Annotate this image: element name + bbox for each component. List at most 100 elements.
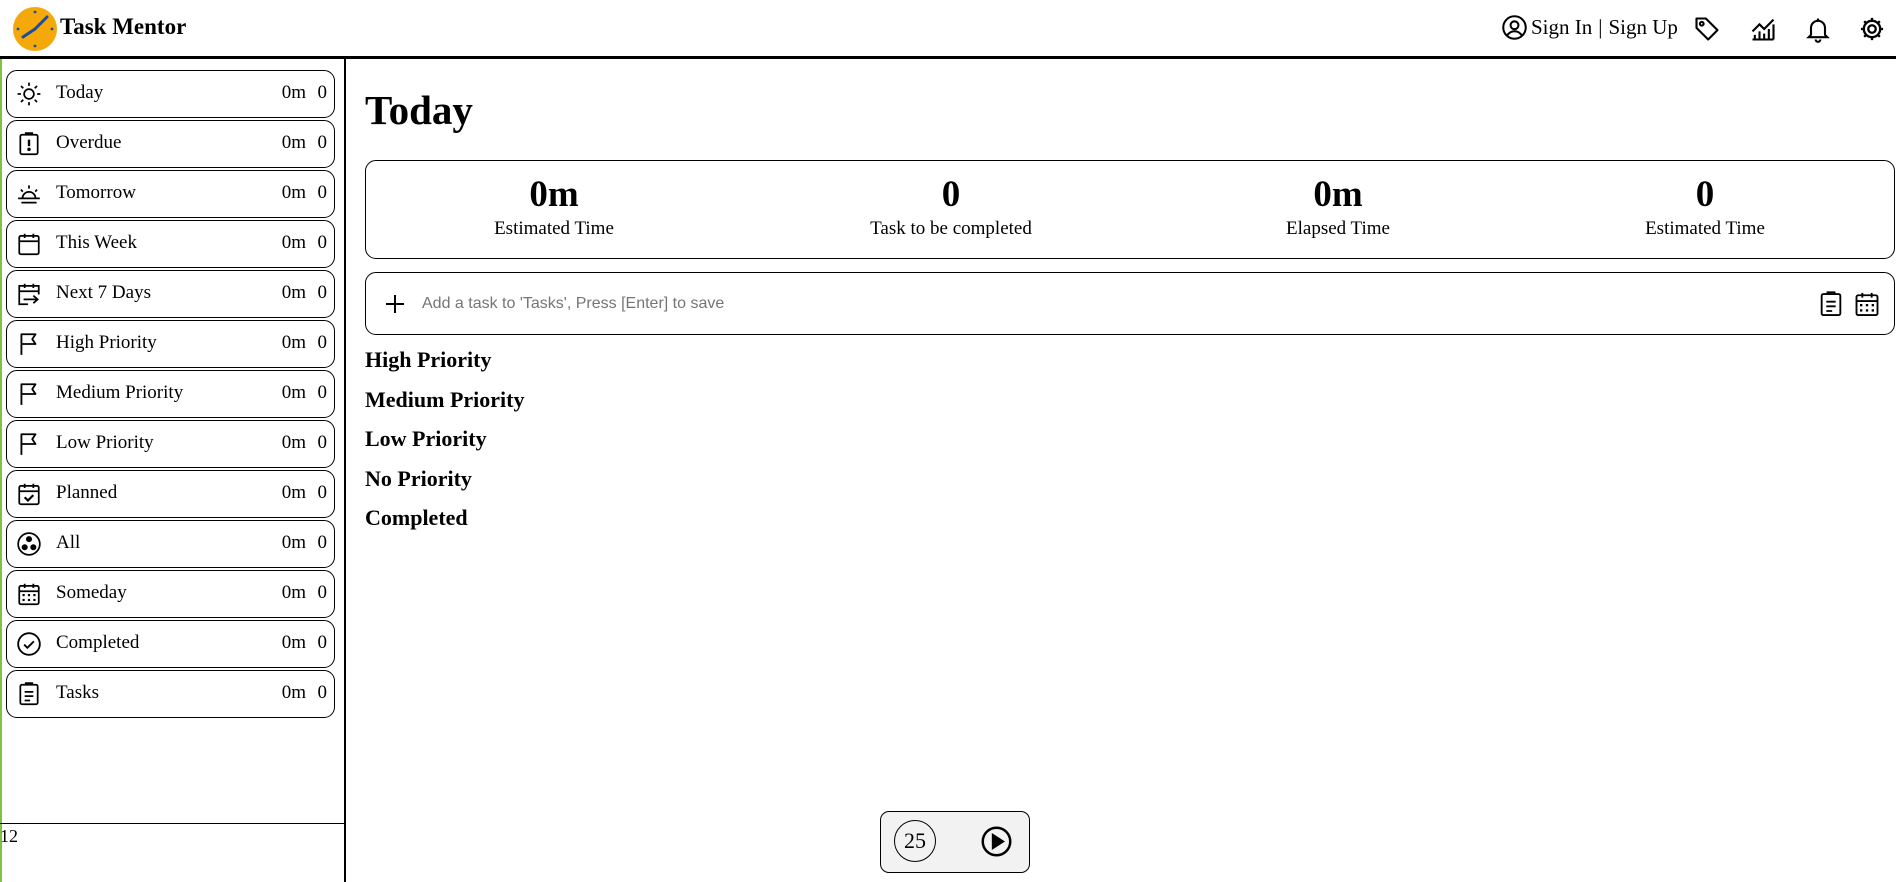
sidebar-item-label: Tasks xyxy=(56,682,100,703)
check-circle-icon xyxy=(17,632,41,656)
sidebar-item-count: 0 xyxy=(317,82,328,103)
sidebar-item-someday[interactable]: Someday 0m 0 xyxy=(6,570,335,618)
clipboard-list-icon xyxy=(19,682,39,706)
add-task-bar xyxy=(365,272,1895,335)
sidebar-item-label: Someday xyxy=(56,582,127,603)
group-completed[interactable]: Completed xyxy=(365,505,468,531)
sidebar-item-all[interactable]: All 0m 0 xyxy=(6,520,335,568)
sidebar-item-tasks[interactable]: Tasks 0m 0 xyxy=(6,670,335,718)
sidebar-item-count: 0 xyxy=(317,582,328,603)
sidebar-item-label: All xyxy=(56,532,81,553)
sidebar-item-time: 0m xyxy=(281,582,306,603)
app-title: Task Mentor xyxy=(60,14,187,39)
sidebar-item-next-7-days[interactable]: Next 7 Days 0m 0 xyxy=(6,270,335,318)
sidebar-item-planned[interactable]: Planned 0m 0 xyxy=(6,470,335,518)
sidebar-item-time: 0m xyxy=(281,232,306,253)
sidebar-item-tomorrow[interactable]: Tomorrow 0m 0 xyxy=(6,170,335,218)
sign-in-link[interactable]: Sign In xyxy=(1531,15,1592,40)
sidebar-item-time: 0m xyxy=(281,682,306,703)
group-high-priority[interactable]: High Priority xyxy=(365,347,491,373)
sidebar-item-time: 0m xyxy=(281,182,306,203)
plus-icon[interactable] xyxy=(383,292,407,316)
stat-value: 0m xyxy=(529,174,579,215)
sidebar-footer-text: 12 xyxy=(0,826,18,846)
sunrise-icon xyxy=(18,185,40,204)
sidebar-item-label: Overdue xyxy=(56,132,122,153)
stat-value: 0 xyxy=(1695,174,1715,215)
flag-icon xyxy=(20,333,37,355)
sidebar-item-time: 0m xyxy=(281,332,306,353)
tag-icon[interactable] xyxy=(1693,15,1721,43)
sidebar-item-low-priority[interactable]: Low Priority 0m 0 xyxy=(6,420,335,468)
top-header: Task Mentor Sign In | Sign Up xyxy=(0,0,1896,59)
stat-value: 0m xyxy=(1313,174,1363,215)
chart-icon[interactable] xyxy=(1749,15,1777,43)
stat-tasks-to-complete: 0 Task to be completed xyxy=(801,174,1101,240)
sidebar-item-medium-priority[interactable]: Medium Priority 0m 0 xyxy=(6,370,335,418)
sidebar-item-count: 0 xyxy=(317,232,328,253)
flag-icon xyxy=(20,433,37,455)
stat-value: 0 xyxy=(941,174,961,215)
sidebar-item-today[interactable]: Today 0m 0 xyxy=(6,70,335,118)
sidebar-item-time: 0m xyxy=(281,482,306,503)
sidebar-item-time: 0m xyxy=(281,132,306,153)
stat-estimated-time-count: 0 Estimated Time xyxy=(1555,174,1855,240)
sidebar-item-this-week[interactable]: This Week 0m 0 xyxy=(6,220,335,268)
sidebar-item-count: 0 xyxy=(317,282,328,303)
sidebar-item-label: Completed xyxy=(56,632,140,653)
sidebar-item-count: 0 xyxy=(317,632,328,653)
add-task-input[interactable] xyxy=(420,287,1544,321)
sidebar-item-label: High Priority xyxy=(56,332,157,353)
sidebar-item-label: Low Priority xyxy=(56,432,154,453)
sidebar-item-time: 0m xyxy=(281,532,306,553)
calendar-check-icon xyxy=(18,483,40,506)
stat-elapsed-time: 0m Elapsed Time xyxy=(1188,174,1488,240)
sidebar-item-count: 0 xyxy=(317,332,328,353)
sidebar-item-label: Medium Priority xyxy=(56,382,184,403)
stat-label: Estimated Time xyxy=(1645,217,1765,239)
sidebar-item-label: Next 7 Days xyxy=(56,282,151,303)
sidebar-footer: 12 xyxy=(0,823,346,882)
pomodoro-widget: 25 xyxy=(880,811,1030,873)
clipboard-list-icon[interactable] xyxy=(1817,290,1845,318)
group-no-priority[interactable]: No Priority xyxy=(365,466,472,492)
auth-separator: | xyxy=(1598,15,1603,39)
sidebar: Today 0m 0 Overdue 0m 0 Tomorrow 0m 0 Th… xyxy=(0,59,346,882)
play-icon[interactable] xyxy=(980,825,1013,858)
sidebar-item-high-priority[interactable]: High Priority 0m 0 xyxy=(6,320,335,368)
group-medium-priority[interactable]: Medium Priority xyxy=(365,387,524,413)
sidebar-item-overdue[interactable]: Overdue 0m 0 xyxy=(6,120,335,168)
sidebar-item-label: This Week xyxy=(56,232,137,253)
sidebar-item-count: 0 xyxy=(317,382,328,403)
bell-icon[interactable] xyxy=(1804,15,1832,43)
stat-label: Estimated Time xyxy=(494,217,614,239)
sign-up-link[interactable]: Sign Up xyxy=(1608,15,1677,40)
sidebar-item-time: 0m xyxy=(281,382,306,403)
stats-panel: 0m Estimated Time 0 Task to be completed… xyxy=(365,160,1895,259)
stat-estimated-time: 0m Estimated Time xyxy=(404,174,704,240)
sidebar-item-count: 0 xyxy=(317,182,328,203)
calendar-arrow-icon xyxy=(18,283,40,306)
calendar-grid-icon xyxy=(18,583,40,606)
clock-logo-icon xyxy=(13,7,57,51)
sidebar-item-count: 0 xyxy=(317,432,328,453)
sidebar-item-completed[interactable]: Completed 0m 0 xyxy=(6,620,335,668)
sidebar-item-label: Tomorrow xyxy=(56,182,136,203)
sidebar-item-label: Today xyxy=(56,82,104,103)
group-low-priority[interactable]: Low Priority xyxy=(365,426,487,452)
circle-dots-icon xyxy=(17,532,41,556)
user-circle-icon xyxy=(1502,15,1527,40)
sidebar-item-time: 0m xyxy=(281,282,306,303)
calendar-icon xyxy=(18,233,40,256)
stat-label: Elapsed Time xyxy=(1286,217,1390,239)
sidebar-item-label: Planned xyxy=(56,482,118,503)
flag-icon xyxy=(20,383,37,405)
sidebar-item-count: 0 xyxy=(317,532,328,553)
pomodoro-timer[interactable]: 25 xyxy=(894,820,936,862)
gear-icon[interactable] xyxy=(1858,15,1886,43)
sun-icon xyxy=(17,82,41,106)
sidebar-item-count: 0 xyxy=(317,682,328,703)
clipboard-alert-icon xyxy=(19,132,39,156)
calendar-grid-icon[interactable] xyxy=(1853,290,1881,318)
auth-links: Sign In | Sign Up xyxy=(1501,14,1678,41)
